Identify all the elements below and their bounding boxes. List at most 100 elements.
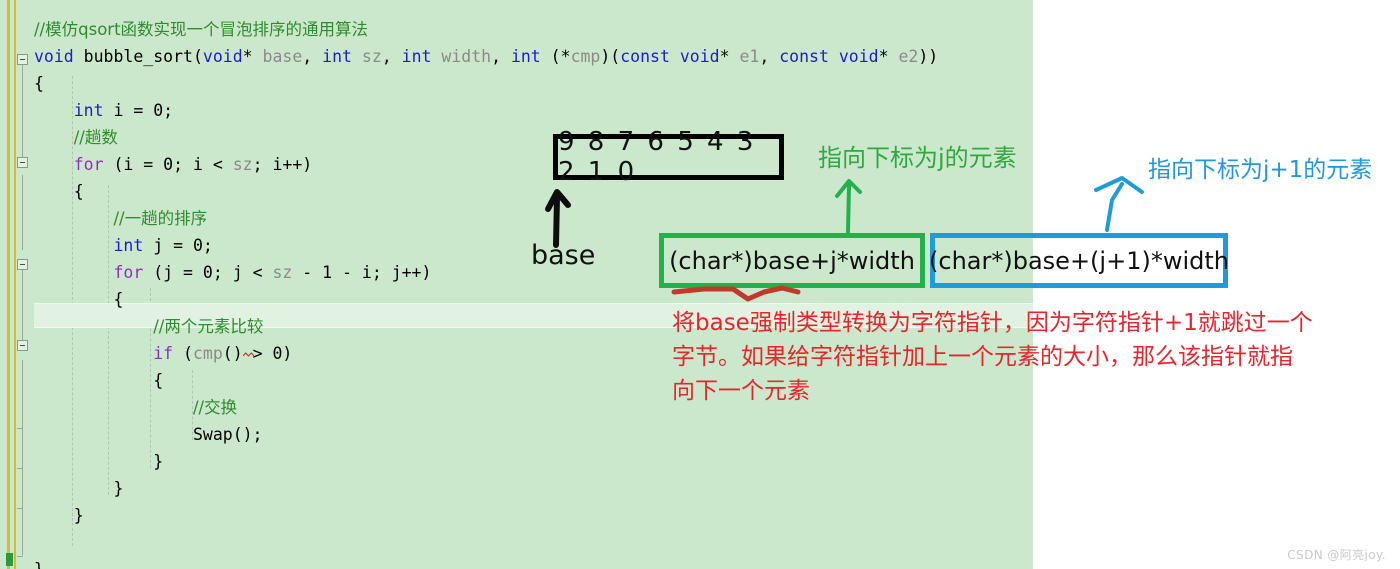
- code-line: }: [34, 556, 938, 569]
- blue-pointer-caption: 指向下标为j+1的元素: [1148, 157, 1373, 183]
- code-token: {: [73, 182, 84, 201]
- code-token: ): [282, 344, 293, 363]
- code-token: ; i <: [173, 155, 233, 174]
- code-token: for: [73, 155, 104, 174]
- code-token: const: [779, 47, 829, 66]
- code-token: Swap();: [192, 425, 263, 444]
- code-token: ;: [202, 236, 213, 255]
- fold-toggle-icon[interactable]: [17, 340, 28, 351]
- fold-connector-line: [22, 175, 23, 250]
- code-line: Swap();: [34, 421, 938, 448]
- fold-end-tick: [17, 508, 23, 509]
- screenshot-root: //模仿qsort函数实现一个冒泡排序的通用算法 void bubble_sort…: [0, 0, 1400, 569]
- code-line: int i = 0;: [34, 97, 938, 124]
- code-line: }: [34, 475, 938, 502]
- code-token: ,: [381, 47, 402, 66]
- code-line: }: [34, 448, 938, 475]
- editor-change-bar-outer: [7, 0, 10, 569]
- error-squiggle-icon: [243, 352, 254, 357]
- code-token: e2: [898, 47, 919, 66]
- code-token: j =: [143, 236, 193, 255]
- code-token: i =: [103, 101, 154, 120]
- code-token: e1: [739, 47, 760, 66]
- code-token: )(: [600, 47, 621, 66]
- code-token: -: [292, 263, 323, 282]
- fold-end-tick: [17, 556, 23, 557]
- code-token: ,: [302, 47, 323, 66]
- code-line: {: [34, 70, 938, 97]
- code-token: (: [173, 344, 193, 363]
- code-token: {: [113, 290, 124, 309]
- code-line: for (i = 0; i < sz; i++): [34, 151, 938, 178]
- code-token: {: [34, 74, 44, 93]
- code-token: 0: [192, 236, 203, 255]
- code-token: (*: [540, 47, 571, 66]
- code-token: //模仿qsort函数实现一个冒泡排序的通用算法: [34, 20, 369, 39]
- code-line: void bubble_sort(void* base, int sz, int…: [34, 43, 938, 70]
- code-token: }: [73, 506, 84, 525]
- code-token: ;: [163, 101, 174, 120]
- source-code-text[interactable]: //模仿qsort函数实现一个冒泡排序的通用算法 void bubble_sort…: [34, 16, 938, 569]
- code-token: 0: [202, 263, 213, 282]
- code-token: int: [322, 47, 352, 66]
- fold-toggle-icon[interactable]: [17, 259, 28, 270]
- code-line: //趟数: [34, 124, 938, 151]
- code-token: width: [441, 47, 492, 66]
- code-token: }: [153, 452, 164, 471]
- code-token: sz: [361, 47, 382, 66]
- code-token: 0: [163, 155, 174, 174]
- green-expression-box: (char*)base+j*width: [659, 233, 925, 288]
- code-token: for: [113, 263, 144, 282]
- red-note-line: 字节。如果给字符指针加上一个元素的大小，那么该指针就指: [672, 344, 1293, 370]
- code-token: }: [34, 560, 44, 569]
- code-token: int: [113, 236, 144, 255]
- red-note-line: 向下一个元素: [672, 378, 810, 404]
- code-token: //两个元素比较: [153, 317, 264, 336]
- csdn-watermark: CSDN @阿亮joy.: [1287, 548, 1386, 562]
- code-token: void: [202, 47, 243, 66]
- base-pointer-label: base: [531, 240, 596, 271]
- code-token: (i =: [103, 155, 164, 174]
- code-token: *: [719, 47, 740, 66]
- code-token: cmp: [570, 47, 601, 66]
- code-token: int: [73, 101, 104, 120]
- code-token: ; j <: [212, 263, 273, 282]
- code-token: *: [242, 47, 263, 66]
- fold-end-tick: [17, 428, 23, 429]
- code-token: sz: [272, 263, 293, 282]
- code-line: //模仿qsort函数实现一个冒泡排序的通用算法: [34, 16, 938, 43]
- code-line: }: [34, 502, 938, 529]
- code-token: {: [153, 371, 164, 390]
- code-token: ,: [491, 47, 511, 66]
- code-token: if: [153, 344, 174, 363]
- code-token: 1: [322, 263, 333, 282]
- code-token: *: [878, 47, 899, 66]
- editor-saved-change-marker: [6, 553, 13, 566]
- fold-toggle-icon[interactable]: [17, 157, 28, 168]
- green-expression-text: (char*)base+j*width: [669, 246, 915, 275]
- code-token: ,: [759, 47, 780, 66]
- red-explanation-note: 将base强制类型转换为字符指针，因为字符指针+1就跳过一个 字节。如果给字符指…: [672, 306, 1382, 408]
- code-token: //趟数: [73, 128, 118, 147]
- code-token: 0: [153, 101, 164, 120]
- code-token: int: [401, 47, 432, 66]
- code-token: base: [262, 47, 303, 66]
- code-token: sz: [232, 155, 253, 174]
- blue-expression-text: (char*)base+(j+1)*width: [929, 246, 1229, 275]
- code-token: const: [620, 47, 670, 66]
- code-token: void: [679, 47, 720, 66]
- array-values: 9 8 7 6 5 4 3 2 1 0: [558, 127, 756, 187]
- code-line: {: [34, 178, 938, 205]
- fold-connector-line: [22, 62, 23, 157]
- blue-expression-box: (char*)base+(j+1)*width: [929, 233, 1229, 288]
- code-token: //一趟的排序: [113, 209, 208, 228]
- code-token: (j =: [143, 263, 203, 282]
- code-token: cmp: [192, 344, 223, 363]
- fold-toggle-icon[interactable]: [17, 54, 28, 65]
- code-token: }: [113, 479, 124, 498]
